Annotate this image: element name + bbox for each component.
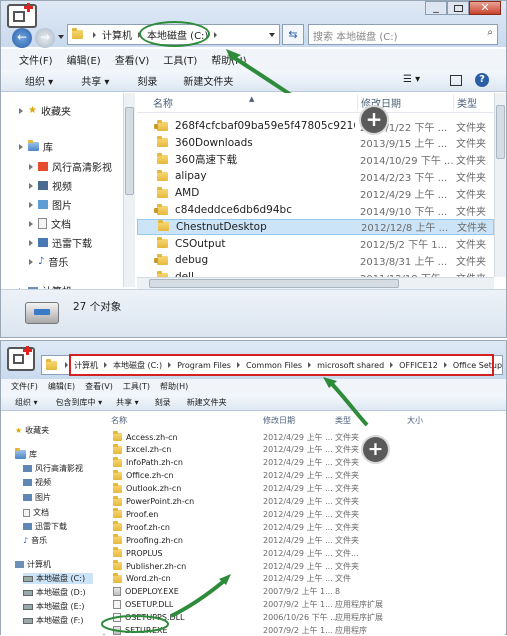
nav-label: 收藏夹 [40,107,71,118]
file-date: 2013/8/31 上午 ... [360,256,448,268]
file-row[interactable]: AMD 2012/4/29 上午 ... 文件夹 [137,185,494,201]
file-type: 文件夹 [456,172,486,184]
video-app-icon [38,162,48,171]
file-row[interactable]: debug 2013/8/31 上午 ... 文件夹 [137,252,494,268]
expand-icon[interactable] [19,143,23,150]
file-type: 文件夹 [456,139,486,151]
file-date: 2012/12/8 上午 ... [361,223,449,235]
document-icon [38,218,47,229]
file-row[interactable]: c84deddce6db6d94bc 2014/9/10 下午 ... 文件夹 [137,202,494,218]
file-row[interactable]: 360高速下载 2014/10/29 下午 ... 文件夹 [137,152,494,168]
library-icon [28,140,39,151]
column-header-type[interactable]: 类型 [453,95,477,110]
video-icon [38,181,48,190]
nav-item-pictures[interactable]: 图片 [29,197,72,212]
nav-item-video[interactable]: 视频 [29,178,72,193]
sort-arrow-icon: ▲ [249,95,255,103]
annotation-arrow [101,377,369,633]
add-overlay-button[interactable]: + [361,107,387,133]
nav-item-documents[interactable]: 文档 [29,216,71,231]
file-row[interactable]: ChestnutDesktop 2012/12/8 上午 ... 文件夹 [137,218,494,235]
folder-icon [157,153,168,165]
nav-scrollbar[interactable] [123,93,135,287]
folder-icon [157,136,168,148]
file-date: 2013/9/15 上午 ... [360,139,448,151]
top-nav-pane: ★收藏夹 库 风行高清影视 视频 图片 文档 迅雷下载 ♪音乐 计算机 [1,93,127,298]
expand-icon[interactable] [29,163,33,170]
file-name: AMD [175,187,200,200]
expand-icon[interactable] [19,107,23,114]
file-name: ChestnutDesktop [176,220,267,233]
bottom-explorer-window: 计算机 本地磁盘 (C:) Program Files Common Files… [0,340,507,635]
file-name: 360高速下载 [175,154,238,167]
nav-item-thunder[interactable]: 迅雷下载 [29,235,92,250]
file-type: 文件夹 [456,206,486,218]
file-list-scrollbar-thumb[interactable] [496,105,505,159]
top-status-bar: 27 个对象 [1,289,506,337]
file-list-scrollbar[interactable] [494,93,506,277]
file-name: alipay [175,170,207,183]
file-type: 文件夹 [456,256,486,268]
file-type: 文件夹 [456,156,486,168]
star-icon: ★ [28,105,37,116]
expand-icon[interactable] [29,258,33,265]
file-date: 2014/10/29 下午 ... [360,156,454,168]
file-row[interactable]: alipay 2014/2/23 下午 ... 文件夹 [137,168,494,184]
nav-label: 文档 [51,220,71,231]
file-name: 268f4cfcbaf09ba59e5f47805c9216 [175,120,355,132]
file-name: debug [175,254,209,267]
expand-icon[interactable] [29,239,33,246]
file-date: 2012/4/29 上午 ... [360,189,448,201]
folder-icon [157,186,168,198]
nav-item-music[interactable]: ♪ 音乐 [29,254,68,269]
thunder-icon [38,238,48,247]
add-overlay-button[interactable]: + [363,437,388,462]
nav-label: 视频 [52,182,72,193]
file-date: 2012/5/2 下午 1... [360,240,448,252]
folder-icon [158,220,169,232]
file-date: 2014/2/23 下午 ... [360,172,448,184]
nav-scrollbar-thumb[interactable] [125,107,134,195]
folder-icon [154,203,168,215]
file-type: 文件夹 [456,240,486,252]
column-header-row: 名称 ▲ 修改日期 类型 [137,93,494,113]
top-file-list: 名称 ▲ 修改日期 类型 268f4cfcbaf09ba59e5f47805c9… [137,93,494,289]
nav-item-library[interactable]: 库 [19,139,53,154]
file-name: CSOutput [175,237,226,250]
folder-icon [154,119,168,131]
horizontal-scrollbar-thumb[interactable] [149,279,399,288]
folder-icon [157,237,168,249]
top-explorer-window: _ ✕ ← → 计算机 本地磁盘 (C:) ⇆ 搜索 本地磁盘 (C:) ⌕ 文… [0,0,507,338]
file-type: 文件夹 [456,189,486,201]
nav-label: 库 [43,143,53,154]
expand-icon[interactable] [29,201,33,208]
horizontal-scrollbar[interactable] [137,277,494,289]
folder-icon [154,253,168,265]
file-row[interactable]: 268f4cfcbaf09ba59e5f47805c9216 2014/1/22 … [137,118,494,134]
file-row[interactable]: 360Downloads 2013/9/15 上午 ... 文件夹 [137,135,494,151]
nav-item-favorites[interactable]: ★ 收藏夹 [19,103,71,118]
expand-icon[interactable] [29,220,33,227]
nav-label: 迅雷下载 [52,239,92,250]
nav-label: 图片 [52,201,72,212]
file-type: 文件夹 [457,223,487,235]
drive-icon [25,302,59,324]
music-icon: ♪ [38,256,45,267]
picture-icon [38,200,48,209]
expand-icon[interactable] [29,182,33,189]
nav-label: 音乐 [48,258,69,269]
nav-label: 风行高清影视 [52,163,112,174]
nav-item-fengxing[interactable]: 风行高清影视 [29,159,112,174]
file-row[interactable]: CSOutput 2012/5/2 下午 1... 文件夹 [137,236,494,252]
column-header-name[interactable]: 名称 [153,95,173,110]
file-type: 文件夹 [456,122,486,134]
status-object-count: 27 个对象 [73,301,122,313]
folder-icon [157,169,168,181]
file-date: 2014/9/10 下午 ... [360,206,448,218]
file-name: c84deddce6db6d94bc [175,204,292,216]
file-name: 360Downloads [175,136,253,149]
